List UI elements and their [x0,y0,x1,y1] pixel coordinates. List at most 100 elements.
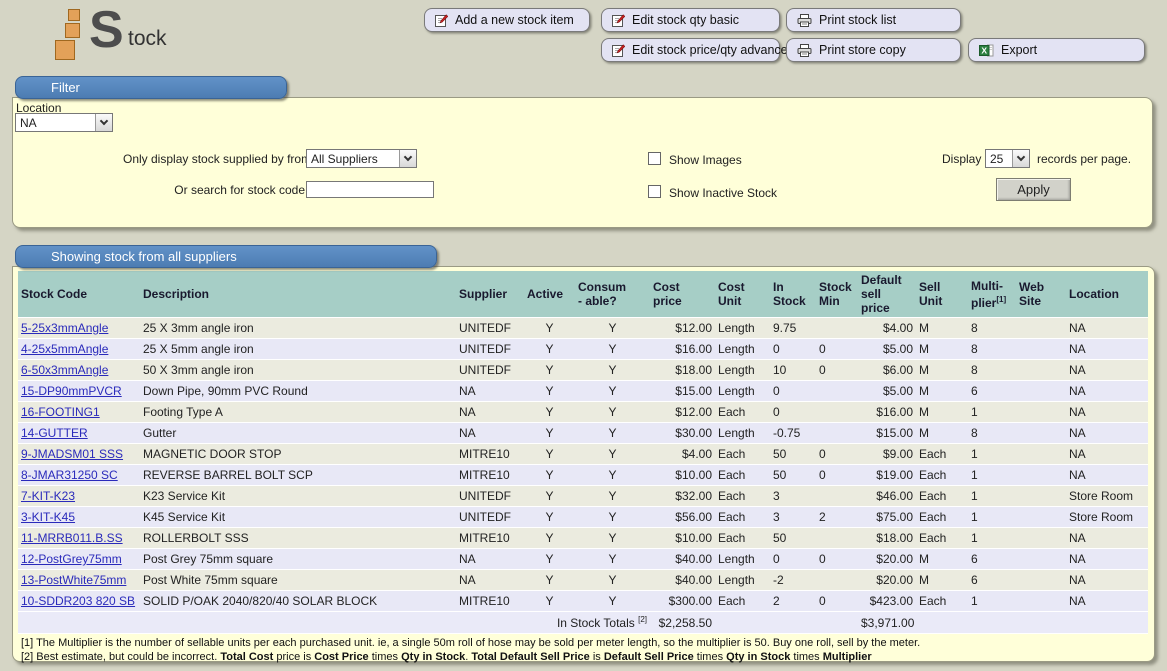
cell-supplier: UNITEDF [456,339,524,360]
cell-description: Post Grey 75mm square [140,549,456,570]
cell-multiplier: 6 [968,570,1016,591]
print-store-copy-button[interactable]: Print store copy [786,38,961,62]
edit-stock-qty-basic-button[interactable]: Edit stock qty basic [601,8,780,32]
cell-supplier: MITRE10 [456,591,524,612]
stock-code-link[interactable]: 4-25x5mmAngle [21,342,108,356]
stock-code-link[interactable]: 7-KIT-K23 [21,489,75,503]
cell-cost_price: $40.00 [650,570,715,591]
button-label: Edit stock price/qty advanced [632,43,795,57]
cell-sell_price: $18.00 [858,528,916,549]
cell-cost_price: $12.00 [650,402,715,423]
cell-web_site [1016,444,1066,465]
column-header: Description [140,271,456,318]
records-per-page-select[interactable]: 25 [985,149,1030,168]
stock-code-link[interactable]: 13-PostWhite75mm [21,573,126,587]
stock-code-link[interactable]: 15-DP90mmPVCR [21,384,122,398]
edit-icon [435,14,448,27]
cell-sell_unit: Each [916,465,968,486]
cell-location: NA [1066,549,1148,570]
cell-description: Footing Type A [140,402,456,423]
cell-sell_price: $75.00 [858,507,916,528]
cell-location: Store Room [1066,507,1148,528]
cell-stock_min: 0 [816,465,858,486]
cell-description: MAGNETIC DOOR STOP [140,444,456,465]
cell-cost_unit: Each [715,591,770,612]
filter-panel: Location NA Only display stock supplied … [12,97,1153,228]
cell-code: 4-25x5mmAngle [18,339,140,360]
cell-supplier: NA [456,402,524,423]
cell-sell_price: $15.00 [858,423,916,444]
cell-in_stock: 9.75 [770,318,816,339]
cell-description: REVERSE BARREL BOLT SCP [140,465,456,486]
filter-tab[interactable]: Filter [15,76,287,99]
cell-cost_unit: Length [715,360,770,381]
stock-code-link[interactable]: 6-50x3mmAngle [21,363,108,377]
cell-cost_unit: Length [715,381,770,402]
cell-cost_unit: Length [715,318,770,339]
cell-stock_min [816,318,858,339]
stock-code-link[interactable]: 11-MRRB011.B.SS [21,531,123,545]
supplier-select-value: All Suppliers [307,150,399,167]
stock-code-link[interactable]: 3-KIT-K45 [21,510,75,524]
add-stock-item-button[interactable]: Add a new stock item [424,8,590,32]
cell-multiplier: 6 [968,381,1016,402]
cell-consumable: Y [575,465,650,486]
cell-cost_unit: Length [715,423,770,444]
cell-supplier: NA [456,549,524,570]
cell-web_site [1016,507,1066,528]
show-images-checkbox[interactable] [648,152,661,165]
cell-cost_unit: Each [715,402,770,423]
stock-code-link[interactable]: 8-JMAR31250 SC [21,468,118,482]
export-button[interactable]: X Export [968,38,1145,62]
stock-page: S tock Add a new stock item Edit stock q… [0,0,1167,671]
stock-code-link[interactable]: 14-GUTTER [21,426,88,440]
stock-table-head: Stock CodeDescriptionSupplierActiveConsu… [18,271,1148,318]
stock-code-link[interactable]: 10-SDDR203 820 SB [21,594,135,608]
cell-sell_unit: M [916,318,968,339]
cell-code: 9-JMADSM01 SSS [18,444,140,465]
stock-list-tab-label: Showing stock from all suppliers [51,249,237,264]
cell-cost_price: $15.00 [650,381,715,402]
apply-button[interactable]: Apply [996,178,1071,201]
stock-code-link[interactable]: 9-JMADSM01 SSS [21,447,123,461]
show-inactive-stock-checkbox[interactable] [648,185,661,198]
cell-cost_unit: Each [715,444,770,465]
column-header: Default sell price [858,271,916,318]
print-stock-list-button[interactable]: Print stock list [786,8,961,32]
stock-list-tab[interactable]: Showing stock from all suppliers [15,245,437,268]
cell-active: Y [524,423,575,444]
cell-cost_price: $18.00 [650,360,715,381]
stock-code-search-input[interactable] [306,181,434,198]
cell-location: Store Room [1066,486,1148,507]
cell-cost_price: $16.00 [650,339,715,360]
stock-code-link[interactable]: 12-PostGrey75mm [21,552,122,566]
cell-location: NA [1066,591,1148,612]
cell-active: Y [524,591,575,612]
in-stock-sell-total: $3,971.00 [858,612,916,634]
stock-code-link[interactable]: 5-25x3mmAngle [21,321,108,335]
cell-cost_price: $30.00 [650,423,715,444]
supplier-select[interactable]: All Suppliers [306,149,417,168]
cell-multiplier: 1 [968,444,1016,465]
chevron-down-icon [95,114,112,131]
cell-supplier: UNITEDF [456,486,524,507]
edit-stock-price-qty-advanced-button[interactable]: Edit stock price/qty advanced [601,38,780,62]
cell-consumable: Y [575,339,650,360]
cell-cost_unit: Length [715,339,770,360]
cell-description: K45 Service Kit [140,507,456,528]
footnote-line: [2] Best estimate, but could be incorrec… [21,651,1146,665]
svg-text:X: X [981,45,987,55]
show-images-label: Show Images [669,153,742,167]
column-header: Cost price [650,271,715,318]
stock-code-link[interactable]: 16-FOOTING1 [21,405,100,419]
table-row: 15-DP90mmPVCRDown Pipe, 90mm PVC RoundNA… [18,381,1148,402]
cell-supplier: UNITEDF [456,318,524,339]
location-select[interactable]: NA [15,113,113,132]
search-stock-code-label: Or search for stock code [123,183,305,197]
cell-supplier: MITRE10 [456,465,524,486]
cell-multiplier: 8 [968,423,1016,444]
table-row: 12-PostGrey75mmPost Grey 75mm squareNAYY… [18,549,1148,570]
cell-in_stock: 0 [770,381,816,402]
cell-sell_price: $20.00 [858,570,916,591]
logo-letter: S [89,0,124,60]
